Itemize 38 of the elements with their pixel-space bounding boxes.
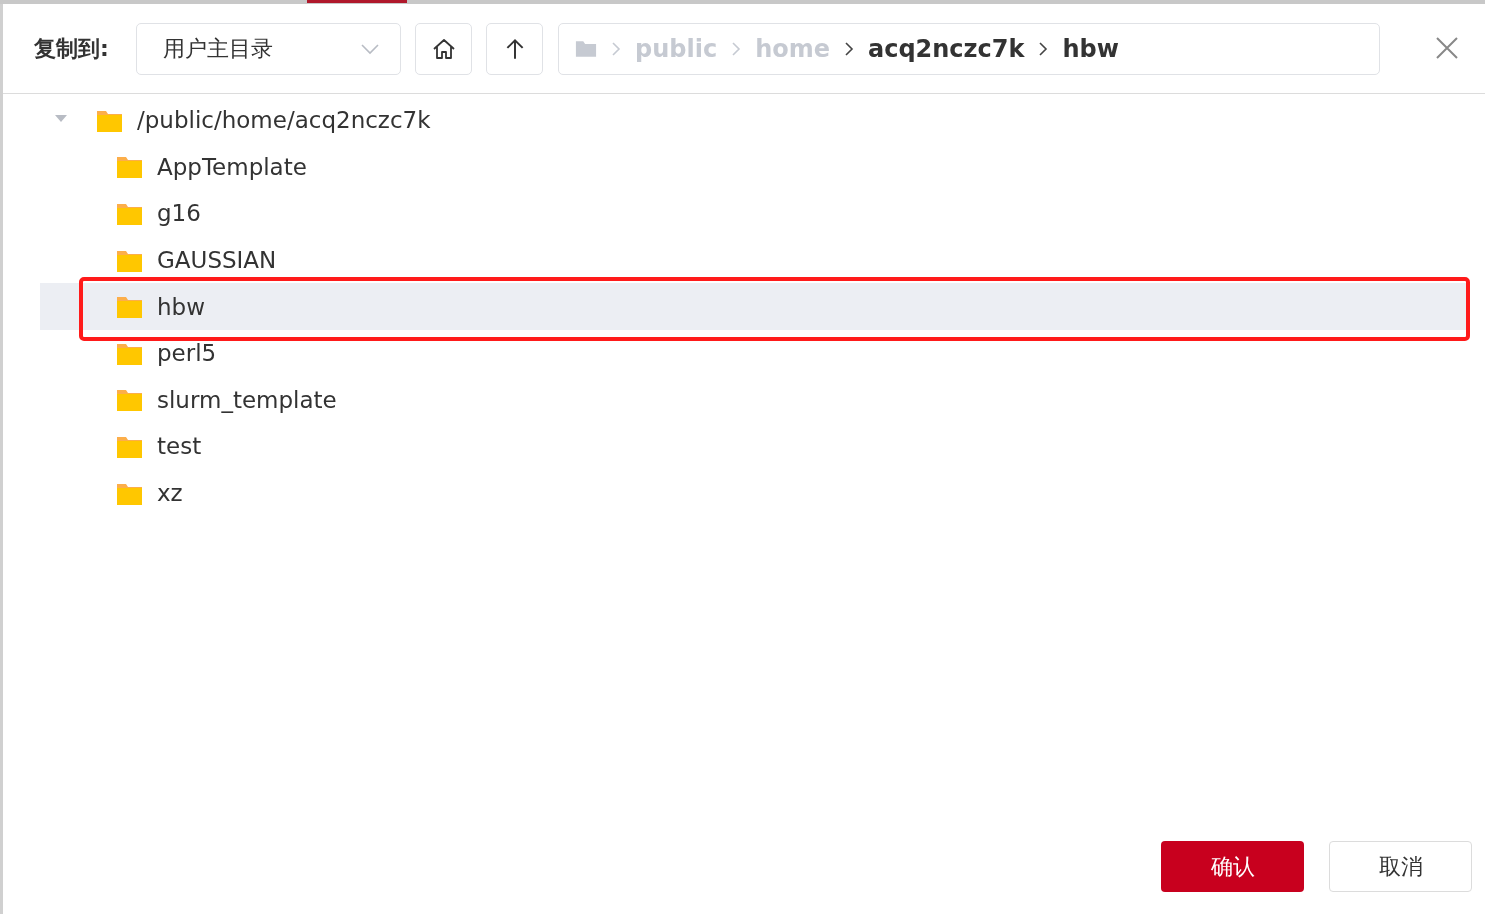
folder-name: test bbox=[157, 433, 202, 460]
chevron-down-icon bbox=[360, 42, 380, 55]
folder-name: xz bbox=[157, 480, 183, 507]
folder-name: GAUSSIAN bbox=[157, 247, 277, 274]
up-button[interactable] bbox=[486, 22, 543, 75]
folder-name: AppTemplate bbox=[157, 153, 307, 180]
tree-row[interactable]: hbw bbox=[40, 283, 1468, 330]
folder-name: hbw bbox=[157, 293, 205, 320]
field-label: 复制到: bbox=[34, 34, 110, 63]
close-icon bbox=[1435, 35, 1459, 60]
folder-icon bbox=[575, 39, 597, 58]
tree-row[interactable]: xz bbox=[40, 469, 1468, 517]
chevron-right-icon bbox=[731, 40, 742, 57]
folder-icon bbox=[116, 201, 143, 226]
tree-row[interactable]: perl5 bbox=[40, 329, 1468, 377]
confirm-button[interactable]: 确认 bbox=[1161, 841, 1304, 892]
tree-row[interactable]: slurm_template bbox=[40, 376, 1468, 424]
location-dropdown[interactable]: 用户主目录 bbox=[136, 22, 401, 75]
folder-name: slurm_template bbox=[157, 386, 337, 413]
breadcrumb-link[interactable]: hbw bbox=[1062, 34, 1119, 63]
folder-icon bbox=[116, 154, 143, 180]
tree-row[interactable]: GAUSSIAN bbox=[40, 236, 1468, 284]
folder-name: /public/home/acq2nczc7k bbox=[137, 107, 431, 134]
chevron-right-icon bbox=[611, 40, 621, 57]
tree-row[interactable]: AppTemplate bbox=[40, 143, 1468, 191]
folder-name: g16 bbox=[157, 200, 201, 227]
tree-row[interactable]: g16 bbox=[40, 190, 1468, 237]
folder-icon bbox=[116, 294, 143, 320]
home-icon bbox=[431, 36, 456, 61]
folder-icon bbox=[116, 387, 143, 413]
folder-name: perl5 bbox=[157, 340, 217, 367]
chevron-right-icon bbox=[1038, 40, 1049, 57]
chevron-right-icon bbox=[844, 40, 854, 57]
tree-row[interactable]: test bbox=[40, 423, 1468, 470]
home-button[interactable] bbox=[415, 22, 472, 75]
cancel-button[interactable]: 取消 bbox=[1329, 841, 1472, 892]
breadcrumb-link[interactable]: acq2nczc7k bbox=[868, 34, 1025, 63]
tree-row[interactable]: /public/home/acq2nczc7k bbox=[40, 97, 1468, 144]
